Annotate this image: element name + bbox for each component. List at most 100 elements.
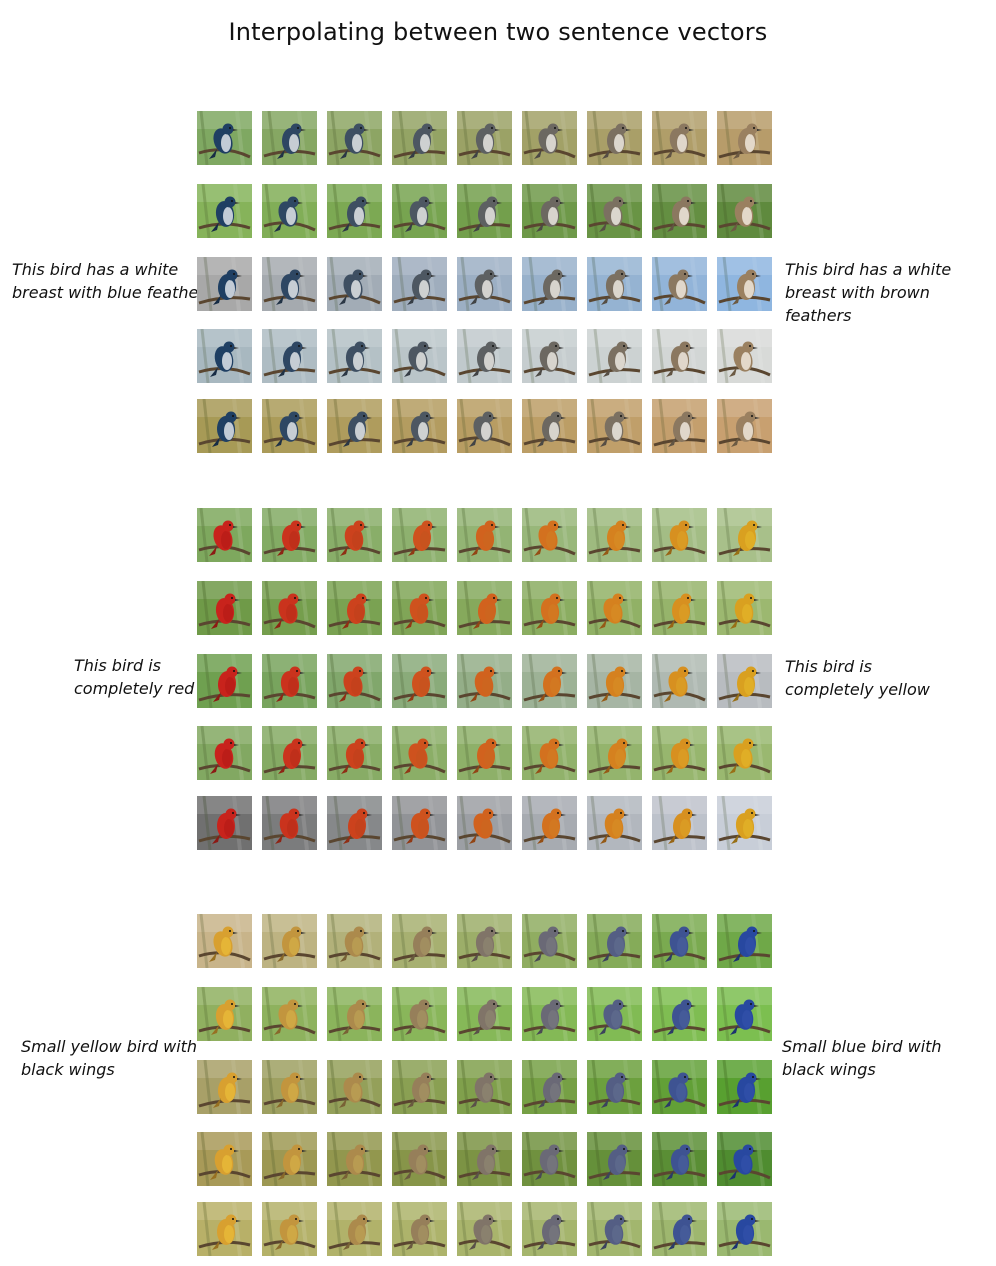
interpolation-image: [262, 726, 317, 780]
interpolation-image: [197, 329, 252, 383]
interpolation-image: [262, 914, 317, 968]
interpolation-image: [457, 581, 512, 635]
interpolation-image: [392, 184, 447, 238]
interpolation-image: [197, 796, 252, 850]
interpolation-image: [262, 796, 317, 850]
interpolation-image: [197, 111, 252, 165]
interpolation-image: [652, 257, 707, 311]
interpolation-image: [652, 987, 707, 1041]
interpolation-image: [522, 1132, 577, 1186]
interpolation-image: [587, 1202, 642, 1256]
interpolation-image: [392, 399, 447, 453]
interpolation-image: [327, 914, 382, 968]
interpolation-image: [457, 257, 512, 311]
interpolation-image: [457, 111, 512, 165]
interpolation-image: [197, 914, 252, 968]
interpolation-image: [327, 329, 382, 383]
interpolation-image: [392, 654, 447, 708]
interpolation-image: [587, 1132, 642, 1186]
interpolation-image: [197, 257, 252, 311]
interpolation-image: [457, 329, 512, 383]
interpolation-image: [327, 796, 382, 850]
interpolation-image: [392, 1132, 447, 1186]
interpolation-image: [587, 987, 642, 1041]
interpolation-image: [197, 508, 252, 562]
interpolation-image: [327, 1132, 382, 1186]
interpolation-image: [652, 508, 707, 562]
interpolation-image: [327, 1060, 382, 1114]
interpolation-image: [522, 1202, 577, 1256]
interpolation-image: [457, 399, 512, 453]
right-caption: Small blue bird with black wings: [782, 1037, 942, 1079]
interpolation-image: [522, 329, 577, 383]
interpolation-image: [587, 399, 642, 453]
interpolation-image: [457, 654, 512, 708]
interpolation-image: [717, 399, 772, 453]
interpolation-image: [522, 796, 577, 850]
interpolation-image: [327, 508, 382, 562]
interpolation-image: [197, 654, 252, 708]
interpolation-image: [392, 257, 447, 311]
interpolation-image: [522, 184, 577, 238]
figure-title: Interpolating between two sentence vecto…: [228, 18, 768, 46]
interpolation-image: [457, 508, 512, 562]
interpolation-image: [522, 111, 577, 165]
interpolation-image: [587, 184, 642, 238]
interpolation-image: [457, 1132, 512, 1186]
interpolation-image: [262, 257, 317, 311]
interpolation-image: [457, 184, 512, 238]
interpolation-image: [652, 654, 707, 708]
interpolation-image: [197, 581, 252, 635]
interpolation-image: [392, 726, 447, 780]
interpolation-image: [457, 1202, 512, 1256]
interpolation-block-yellow-to-blue: Small yellow bird with black wings Small…: [0, 914, 996, 1264]
interpolation-image: [652, 1132, 707, 1186]
interpolation-image: [717, 987, 772, 1041]
interpolation-image: [262, 987, 317, 1041]
interpolation-image: [262, 1202, 317, 1256]
interpolation-image: [522, 987, 577, 1041]
interpolation-image: [652, 1060, 707, 1114]
interpolation-image: [327, 1202, 382, 1256]
interpolation-image: [652, 111, 707, 165]
interpolation-image: [652, 329, 707, 383]
interpolation-image: [262, 581, 317, 635]
interpolation-image: [652, 399, 707, 453]
interpolation-block-blue-to-brown: This bird has a white breast with blue f…: [0, 111, 996, 461]
interpolation-image: [587, 111, 642, 165]
interpolation-image: [522, 726, 577, 780]
interpolation-image: [262, 329, 317, 383]
interpolation-image: [652, 1202, 707, 1256]
interpolation-image: [262, 1060, 317, 1114]
interpolation-image: [457, 987, 512, 1041]
interpolation-image: [587, 1060, 642, 1114]
interpolation-image: [327, 726, 382, 780]
interpolation-image: [392, 508, 447, 562]
interpolation-image: [652, 914, 707, 968]
interpolation-image: [717, 1060, 772, 1114]
interpolation-image: [392, 914, 447, 968]
interpolation-image: [522, 399, 577, 453]
left-caption: Small yellow bird with black wings: [21, 1037, 198, 1079]
left-caption: This bird has a white breast with blue f…: [12, 260, 214, 302]
interpolation-image: [457, 796, 512, 850]
interpolation-block-red-to-yellow: This bird is completely red This bird is…: [0, 508, 996, 858]
interpolation-image: [652, 726, 707, 780]
interpolation-image: [587, 654, 642, 708]
interpolation-image: [587, 796, 642, 850]
interpolation-image: [262, 508, 317, 562]
interpolation-image: [392, 581, 447, 635]
interpolation-image: [522, 257, 577, 311]
interpolation-image: [717, 1132, 772, 1186]
interpolation-image: [392, 987, 447, 1041]
interpolation-image: [262, 184, 317, 238]
interpolation-image: [197, 987, 252, 1041]
interpolation-image: [197, 184, 252, 238]
interpolation-image: [587, 726, 642, 780]
interpolation-image: [327, 654, 382, 708]
interpolation-image: [262, 654, 317, 708]
interpolation-image: [327, 581, 382, 635]
interpolation-image: [392, 329, 447, 383]
interpolation-image: [717, 726, 772, 780]
interpolation-image: [522, 1060, 577, 1114]
